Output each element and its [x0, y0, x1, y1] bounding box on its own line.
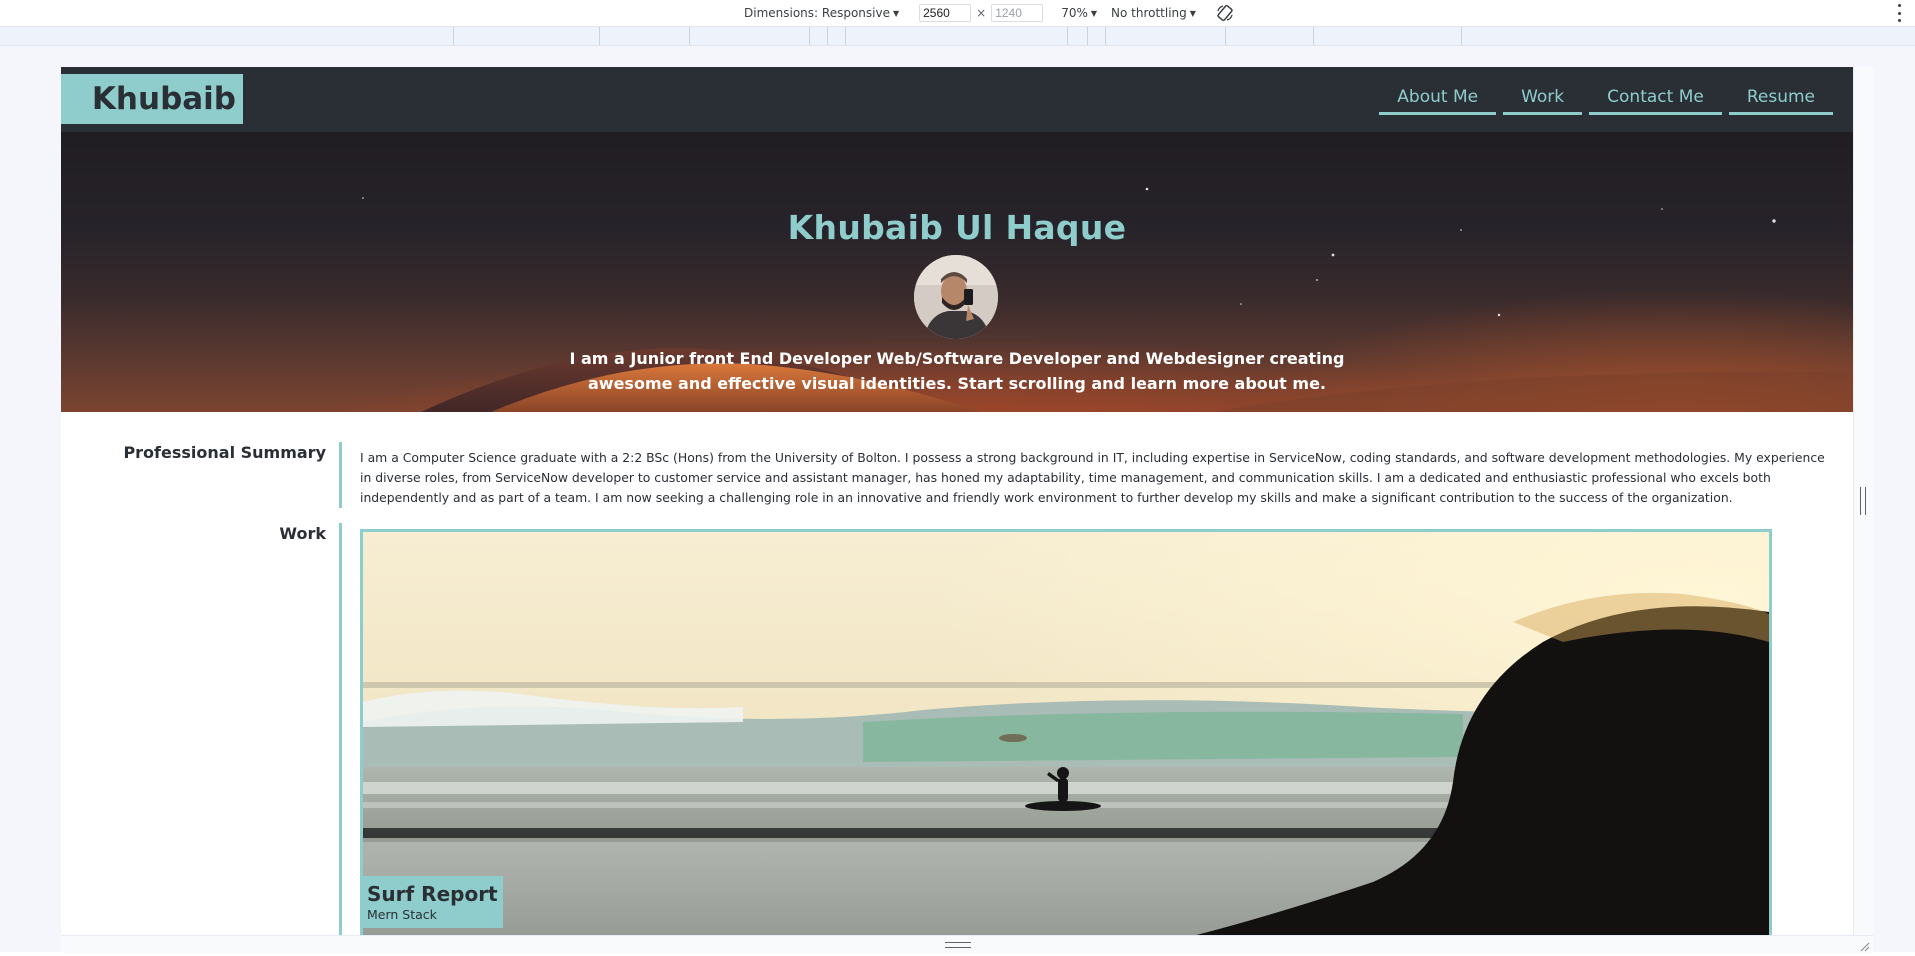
hero-tagline: I am a Junior front End Developer Web/So… [569, 349, 1345, 393]
project-stack: Mern Stack [367, 907, 437, 922]
caret-down-icon: ▼ [1090, 8, 1098, 18]
zoom-label: 70% [1061, 6, 1088, 20]
summary-heading: Professional Summary [123, 443, 326, 462]
media-query-marker[interactable] [453, 27, 454, 45]
surf-project-image [363, 532, 1769, 935]
project-card-surf-report[interactable]: Surf Report Mern Stack [360, 529, 1772, 935]
project-caption: Surf Report Mern Stack [363, 876, 503, 928]
dimensions-label: Dimensions: Responsive [744, 6, 890, 20]
nav-contact-me[interactable]: Contact Me [1589, 84, 1722, 115]
devtools-device-toolbar: Dimensions: Responsive ▼ × 70% ▼ No thro… [0, 0, 1915, 27]
summary-divider [339, 442, 342, 508]
height-input[interactable] [991, 4, 1044, 22]
site-header: Khubaib About Me Work Contact Me Resume [61, 67, 1853, 132]
site-logo[interactable]: Khubaib [61, 74, 243, 124]
emulated-page: Khubaib About Me Work Contact Me Resume [61, 67, 1853, 935]
media-query-marker[interactable] [1225, 27, 1226, 45]
work-divider [339, 523, 342, 935]
media-query-marker[interactable] [1313, 27, 1314, 45]
width-input[interactable] [919, 4, 972, 22]
resize-handle-icon[interactable] [1860, 487, 1866, 515]
rotate-device-icon[interactable] [1216, 4, 1234, 22]
nav-work[interactable]: Work [1503, 84, 1583, 115]
more-vertical-icon[interactable] [1897, 4, 1901, 22]
times-symbol: × [976, 6, 987, 20]
hero-banner: Khubaib Ul Haque I am a Junior front End… [61, 132, 1853, 412]
media-query-marker[interactable] [599, 27, 600, 45]
media-query-bar[interactable] [0, 27, 1915, 46]
media-query-marker[interactable] [1067, 27, 1068, 45]
media-query-marker[interactable] [845, 27, 846, 45]
throttling-dropdown[interactable]: No throttling ▼ [1111, 6, 1196, 20]
resize-handle-icon[interactable] [945, 942, 971, 948]
project-title: Surf Report [367, 882, 498, 906]
summary-text: I am a Computer Science graduate with a … [360, 450, 1825, 505]
media-query-marker[interactable] [827, 27, 828, 45]
media-query-marker[interactable] [689, 27, 690, 45]
media-query-marker[interactable] [1087, 27, 1088, 45]
hero-title: Khubaib Ul Haque [787, 208, 1127, 247]
media-query-marker[interactable] [809, 27, 810, 45]
corner-resize-icon[interactable] [1858, 937, 1870, 952]
nav-about-me[interactable]: About Me [1379, 84, 1497, 115]
main-nav: About Me Work Contact Me Resume [1379, 84, 1833, 115]
throttling-label: No throttling [1111, 6, 1187, 20]
zoom-dropdown[interactable]: 70% ▼ [1061, 6, 1097, 20]
nav-resume[interactable]: Resume [1728, 84, 1833, 115]
media-query-marker[interactable] [1105, 27, 1106, 45]
caret-down-icon: ▼ [1189, 8, 1196, 18]
dimensions-dropdown[interactable]: Dimensions: Responsive ▼ [744, 6, 899, 20]
device-toolbar-controls: Dimensions: Responsive ▼ × 70% ▼ No thro… [744, 0, 1234, 26]
media-query-marker[interactable] [1461, 27, 1462, 45]
profile-avatar [914, 255, 998, 339]
caret-down-icon: ▼ [892, 8, 900, 18]
work-heading: Work [279, 524, 326, 543]
